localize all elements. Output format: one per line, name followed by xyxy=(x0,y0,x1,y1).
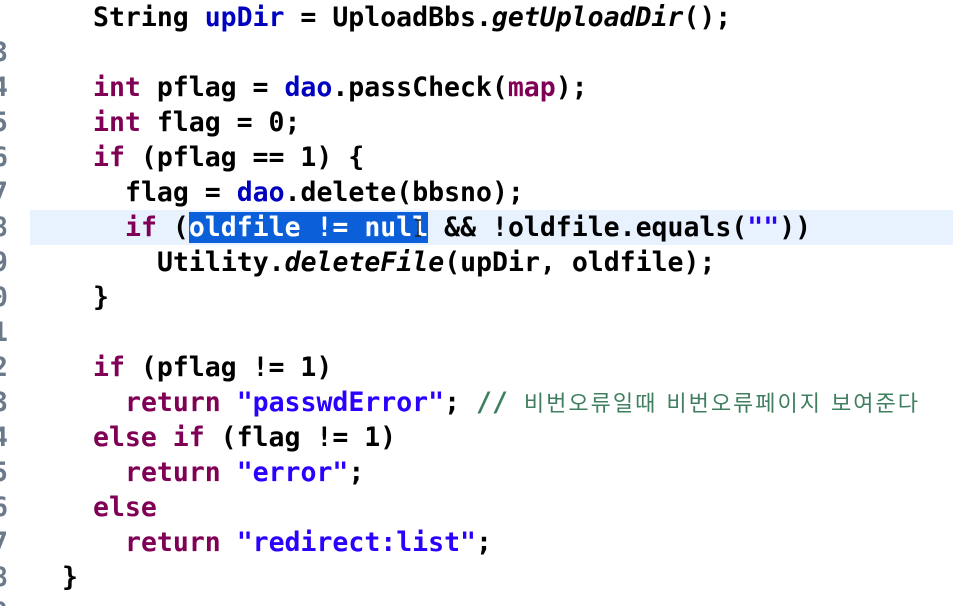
code-line[interactable]: 1 } xyxy=(0,280,953,348)
token-keyword: return xyxy=(125,457,221,488)
token-keyword: return xyxy=(125,387,221,418)
code-text: int flag = 0; xyxy=(93,105,300,140)
code-line[interactable]: 6 return "error"; xyxy=(0,455,953,523)
token-text: flag = xyxy=(125,177,237,208)
token-text: && !oldfile.equals( xyxy=(428,212,748,243)
token-type: String xyxy=(93,2,205,33)
code-text: if (pflag == 1) { xyxy=(93,140,364,175)
code-text: int pflag = dao.passCheck(map); xyxy=(93,70,588,105)
code-text: if (oldfile != null && !oldfile.equals("… xyxy=(125,210,811,245)
code-text: } xyxy=(93,280,109,315)
code-text: return "redirect:list"; xyxy=(125,525,492,560)
code-line[interactable]: 6 int flag = 0; xyxy=(0,105,953,173)
token-operator: = xyxy=(284,2,333,33)
token-static-method: deleteFile xyxy=(284,247,445,278)
token-punct: (); xyxy=(683,2,732,33)
token-text: ( xyxy=(156,212,189,243)
line-number: 9 xyxy=(0,595,14,606)
code-line[interactable]: 3 if (pflag != 1) xyxy=(0,350,953,418)
token-string: "error" xyxy=(220,457,349,488)
token-keyword: if xyxy=(93,142,125,173)
token-field: dao xyxy=(236,177,285,208)
text-selection[interactable]: oldfile != null xyxy=(188,212,429,243)
line-number: 8 xyxy=(0,210,14,245)
token-string: "redirect:list" xyxy=(220,527,477,558)
token-class: Utility. xyxy=(157,247,285,278)
token-text: .passCheck( xyxy=(332,72,508,103)
code-line[interactable]: 7 if (pflag == 1) { xyxy=(0,140,953,208)
token-brace: } xyxy=(62,562,78,593)
token-comment: // xyxy=(476,387,524,418)
token-punct: )) xyxy=(779,212,812,243)
token-keyword: else if xyxy=(93,422,205,453)
code-text: return "error"; xyxy=(125,455,364,490)
token-text: pflag = xyxy=(140,72,285,103)
code-editor[interactable]: 3 String upDir = UploadBbs.getUploadDir(… xyxy=(0,0,953,606)
code-text: Utility.deleteFile(upDir, oldfile); xyxy=(157,245,715,280)
code-text: flag = dao.delete(bbsno); xyxy=(125,175,524,210)
code-text: return "passwdError"; // 비번오류일때 비번오류페이지 … xyxy=(125,385,920,422)
token-string: "" xyxy=(747,212,780,243)
code-line[interactable]: 7 else xyxy=(0,490,953,558)
token-param: map xyxy=(507,72,556,103)
token-keyword: if xyxy=(125,212,157,243)
token-field: dao xyxy=(284,72,333,103)
token-brace: } xyxy=(93,282,109,313)
code-text: String upDir = UploadBbs.getUploadDir(); xyxy=(93,0,731,35)
code-line[interactable]: 5 int pflag = dao.passCheck(map); xyxy=(0,70,953,138)
token-keyword: return xyxy=(125,527,221,558)
token-keyword: else xyxy=(93,492,157,523)
token-keyword: int xyxy=(93,107,141,138)
token-string: "passwdError" xyxy=(220,387,445,418)
code-line[interactable]: 2 xyxy=(0,315,953,383)
token-text: (flag != 1) xyxy=(204,422,397,453)
code-line[interactable]: 4 xyxy=(0,35,953,103)
token-text: (upDir, oldfile); xyxy=(444,247,716,278)
token-dot: . xyxy=(475,2,492,33)
token-text: flag = 0; xyxy=(140,107,301,138)
token-static-method: getUploadDir xyxy=(491,2,684,33)
code-line[interactable]: 8 flag = dao.delete(bbsno); xyxy=(0,175,953,243)
code-line[interactable]: 8 return "redirect:list"; xyxy=(0,525,953,593)
code-line[interactable]: 0 Utility.deleteFile(upDir, oldfile); xyxy=(0,245,953,313)
code-text: } xyxy=(62,560,78,595)
code-text: else xyxy=(93,490,157,525)
code-line[interactable]: 4 return "passwdError"; // 비번오류일때 비번오류페이… xyxy=(0,385,953,453)
token-punct: ; xyxy=(348,457,365,488)
token-text: (pflag == 1) { xyxy=(124,142,365,173)
text-cursor-icon xyxy=(415,219,421,237)
token-variable: upDir xyxy=(204,2,285,33)
token-keyword: if xyxy=(93,352,125,383)
token-comment-text: 비번오류일때 비번오류페이지 보여준다 xyxy=(523,392,920,417)
code-line-current[interactable]: 9 if (oldfile != null && !oldfile.equals… xyxy=(0,210,953,278)
token-text: .delete(bbsno); xyxy=(284,177,524,208)
token-punct: ; xyxy=(444,387,477,418)
code-line[interactable]: 3 String upDir = UploadBbs.getUploadDir(… xyxy=(0,0,953,68)
code-text: if (pflag != 1) xyxy=(93,350,332,385)
code-text: else if (flag != 1) xyxy=(93,420,396,455)
code-line[interactable]: 5 else if (flag != 1) xyxy=(0,420,953,488)
token-keyword: int xyxy=(93,72,141,103)
token-text: (pflag != 1) xyxy=(124,352,333,383)
code-line[interactable]: 9 } xyxy=(0,560,953,606)
token-punct: ); xyxy=(555,72,588,103)
token-class: UploadBbs xyxy=(332,2,476,33)
token-punct: ; xyxy=(476,527,492,558)
